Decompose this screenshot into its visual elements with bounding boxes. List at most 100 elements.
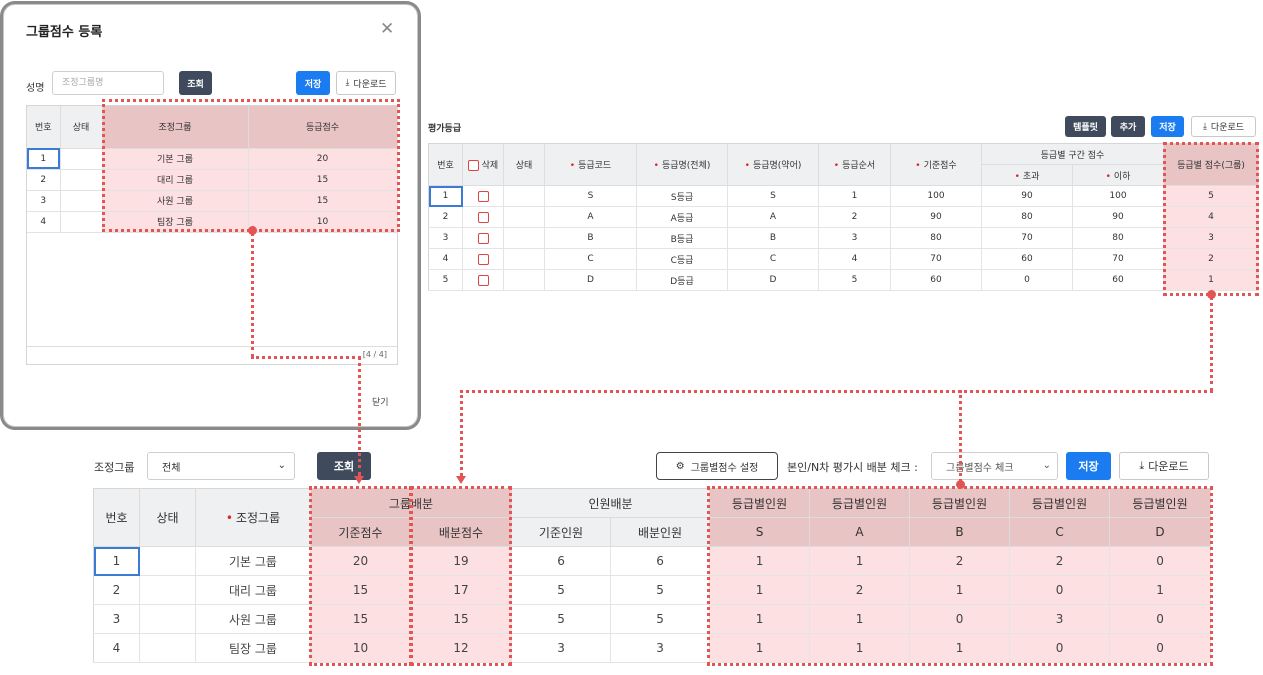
- row-over[interactable]: 90: [981, 185, 1073, 207]
- distribution-check-select[interactable]: 그룹별점수 체크 ⌄: [931, 452, 1058, 480]
- col-code[interactable]: • 등급코드: [544, 143, 637, 186]
- table-row[interactable]: 1 기본 그룹 20: [27, 148, 398, 170]
- row-name-short[interactable]: B: [727, 227, 819, 249]
- row-group-score[interactable]: 5: [1163, 185, 1259, 207]
- save-button[interactable]: 저장: [296, 71, 330, 95]
- row-code[interactable]: A: [544, 206, 637, 228]
- col-under[interactable]: • 이하: [1072, 164, 1164, 186]
- close-button[interactable]: 닫기: [372, 395, 389, 408]
- row-under[interactable]: 60: [1072, 269, 1164, 291]
- row-group-score[interactable]: 1: [1163, 269, 1259, 291]
- row-order[interactable]: 3: [818, 227, 891, 249]
- row-score[interactable]: 20: [248, 148, 398, 170]
- col-name-short[interactable]: • 등급명(약어): [727, 143, 819, 186]
- row-alloc-person[interactable]: 3: [610, 633, 711, 663]
- row-order[interactable]: 5: [818, 269, 891, 291]
- row-alloc-person[interactable]: 6: [610, 546, 711, 576]
- row-order[interactable]: 2: [818, 206, 891, 228]
- col-status[interactable]: 상태: [139, 488, 196, 547]
- row-grade-s[interactable]: 1: [709, 633, 811, 663]
- row-code[interactable]: S: [544, 185, 637, 207]
- col-no[interactable]: 번호: [93, 488, 140, 547]
- row-base-person[interactable]: 5: [511, 604, 612, 634]
- row-grade-b[interactable]: 1: [909, 575, 1011, 605]
- col-grade-s[interactable]: S: [709, 517, 811, 547]
- row-base[interactable]: 80: [890, 227, 982, 249]
- row-grade-a[interactable]: 1: [809, 633, 911, 663]
- col-grade-b[interactable]: B: [909, 517, 1011, 547]
- row-group-score[interactable]: 3: [1163, 227, 1259, 249]
- grade-row[interactable]: 3 B B등급 B 3 80 70 80 3: [428, 227, 1259, 249]
- row-group-score[interactable]: 2: [1163, 248, 1259, 270]
- col-delete[interactable]: 삭제: [462, 143, 504, 186]
- row-code[interactable]: D: [544, 269, 637, 291]
- main-row[interactable]: 1 기본 그룹 20 19 6 6 1 1 2 2 0: [93, 546, 1212, 576]
- row-under[interactable]: 100: [1072, 185, 1164, 207]
- col-group[interactable]: • 조정그룹: [195, 488, 311, 547]
- row-order[interactable]: 4: [818, 248, 891, 270]
- col-order[interactable]: • 등급순서: [818, 143, 891, 186]
- row-alloc-score[interactable]: 19: [410, 546, 513, 576]
- row-delete[interactable]: [462, 206, 504, 228]
- row-score[interactable]: 10: [248, 211, 398, 233]
- row-name-short[interactable]: A: [727, 206, 819, 228]
- row-base-person[interactable]: 5: [511, 575, 612, 605]
- row-delete[interactable]: [462, 185, 504, 207]
- row-group[interactable]: 팀장 그룹: [195, 633, 311, 663]
- row-name-short[interactable]: D: [727, 269, 819, 291]
- row-grade-c[interactable]: 0: [1009, 575, 1111, 605]
- row-under[interactable]: 80: [1072, 227, 1164, 249]
- row-grade-a[interactable]: 2: [809, 575, 911, 605]
- table-row[interactable]: 3 사원 그룹 15: [27, 190, 398, 212]
- row-group[interactable]: 기본 그룹: [195, 546, 311, 576]
- row-delete[interactable]: [462, 269, 504, 291]
- row-alloc-person[interactable]: 5: [610, 604, 711, 634]
- delete-all-checkbox[interactable]: [467, 160, 479, 171]
- row-base-score[interactable]: 20: [310, 546, 411, 576]
- row-alloc-score[interactable]: 12: [410, 633, 513, 663]
- row-code[interactable]: C: [544, 248, 637, 270]
- col-group-score[interactable]: 등급별 점수(그룹): [1163, 143, 1259, 186]
- row-over[interactable]: 60: [981, 248, 1073, 270]
- row-grade-b[interactable]: 0: [909, 604, 1011, 634]
- row-grade-d[interactable]: 0: [1109, 546, 1212, 576]
- col-status[interactable]: 상태: [60, 106, 103, 149]
- col-no[interactable]: 번호: [428, 143, 463, 186]
- row-grade-s[interactable]: 1: [709, 604, 811, 634]
- row-checkbox[interactable]: [477, 232, 489, 244]
- row-name-full[interactable]: A등급: [636, 206, 728, 228]
- main-row[interactable]: 4 팀장 그룹 10 12 3 3 1 1 1 0 0: [93, 633, 1212, 663]
- col-alloc-score[interactable]: 배분점수: [410, 517, 513, 547]
- row-name-full[interactable]: S등급: [636, 185, 728, 207]
- add-button[interactable]: 추가: [1111, 116, 1145, 137]
- col-status[interactable]: 상태: [503, 143, 545, 186]
- col-alloc-person[interactable]: 배분인원: [610, 517, 711, 547]
- col-grade-d[interactable]: D: [1109, 517, 1212, 547]
- row-name-short[interactable]: S: [727, 185, 819, 207]
- row-base-score[interactable]: 15: [310, 575, 411, 605]
- col-base[interactable]: • 기준점수: [890, 143, 982, 186]
- row-base-person[interactable]: 6: [511, 546, 612, 576]
- col-base-score[interactable]: 기준점수: [310, 517, 411, 547]
- row-checkbox[interactable]: [477, 190, 489, 202]
- table-row[interactable]: 4 팀장 그룹 10: [27, 211, 398, 233]
- main-row[interactable]: 2 대리 그룹 15 17 5 5 1 2 1 0 1: [93, 575, 1212, 605]
- search-input[interactable]: [52, 71, 164, 95]
- row-checkbox[interactable]: [477, 274, 489, 286]
- grade-download-button[interactable]: ⤓ 다운로드: [1191, 116, 1256, 137]
- row-group[interactable]: 기본 그룹: [102, 148, 249, 170]
- row-group-score[interactable]: 4: [1163, 206, 1259, 228]
- main-save-button[interactable]: 저장: [1066, 452, 1111, 480]
- row-over[interactable]: 70: [981, 227, 1073, 249]
- row-order[interactable]: 1: [818, 185, 891, 207]
- row-grade-d[interactable]: 0: [1109, 604, 1212, 634]
- main-row[interactable]: 3 사원 그룹 15 15 5 5 1 1 0 3 0: [93, 604, 1212, 634]
- row-name-full[interactable]: D등급: [636, 269, 728, 291]
- col-name-full[interactable]: • 등급명(전체): [636, 143, 728, 186]
- col-grade-a[interactable]: A: [809, 517, 911, 547]
- row-score[interactable]: 15: [248, 169, 398, 191]
- row-group[interactable]: 대리 그룹: [195, 575, 311, 605]
- row-under[interactable]: 90: [1072, 206, 1164, 228]
- row-alloc-person[interactable]: 5: [610, 575, 711, 605]
- grade-save-button[interactable]: 저장: [1151, 116, 1184, 137]
